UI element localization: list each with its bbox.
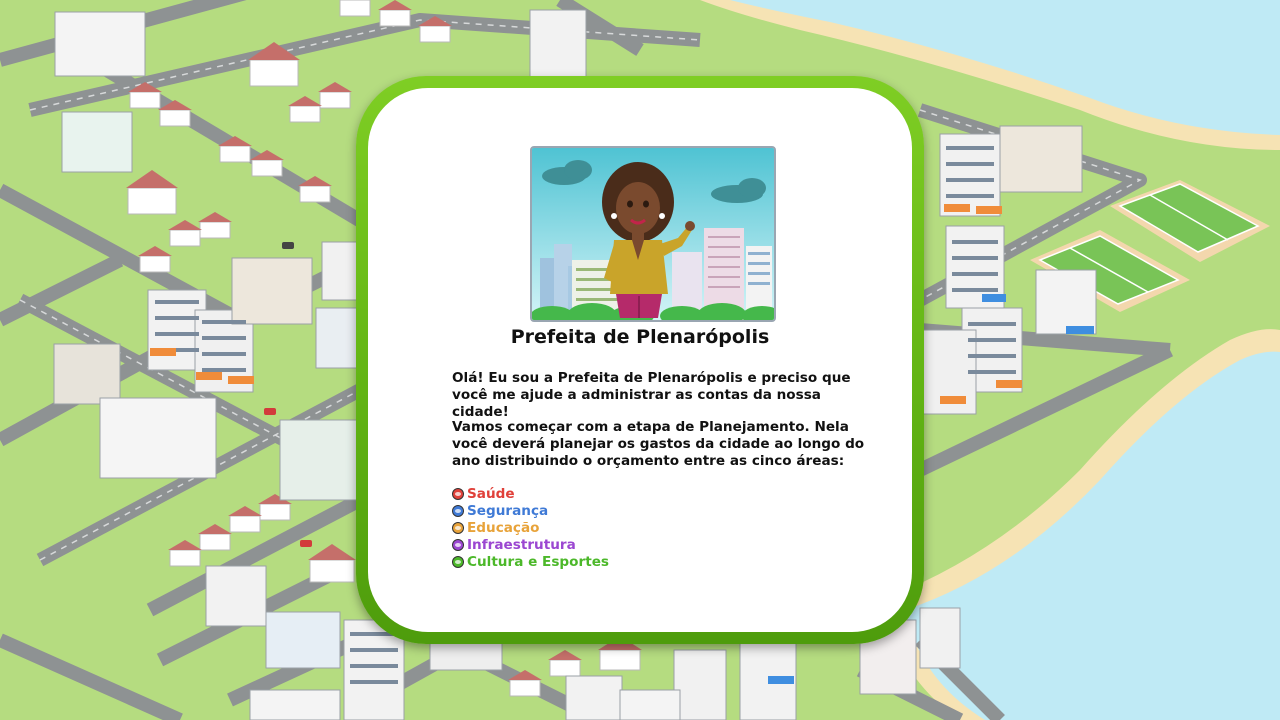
instructions-paragraph: Vamos começar com a etapa de Planejament… [452, 419, 865, 469]
area-saude: Saúde [452, 486, 609, 503]
area-label-infraestrutura: Infraestrutura [467, 536, 576, 553]
security-icon [452, 505, 464, 518]
area-cultura-esportes: Cultura e Esportes [452, 553, 609, 570]
mayor-dialog: Prefeita de Plenarópolis Olá! Eu sou a P… [356, 76, 924, 644]
infrastructure-icon [452, 538, 464, 551]
dialog-title: Prefeita de Plenarópolis [510, 326, 770, 348]
culture-sports-icon [452, 555, 464, 568]
dialog-panel: Prefeita de Plenarópolis Olá! Eu sou a P… [368, 88, 912, 632]
education-icon [452, 521, 464, 534]
area-label-cultura-esportes: Cultura e Esportes [467, 553, 610, 570]
area-label-seguranca: Segurança [467, 503, 549, 520]
area-educacao: Educação [452, 520, 609, 537]
mayor-portrait [530, 146, 776, 322]
health-icon [452, 488, 464, 501]
area-label-educacao: Educação [467, 519, 540, 536]
area-seguranca: Segurança [452, 503, 609, 520]
area-label-saude: Saúde [467, 486, 515, 503]
intro-paragraph: Olá! Eu sou a Prefeita de Plenarópolis e… [452, 370, 851, 420]
area-infraestrutura: Infraestrutura [452, 536, 609, 553]
budget-areas-list: Saúde Segurança Educação Infraestrutura … [452, 486, 609, 570]
